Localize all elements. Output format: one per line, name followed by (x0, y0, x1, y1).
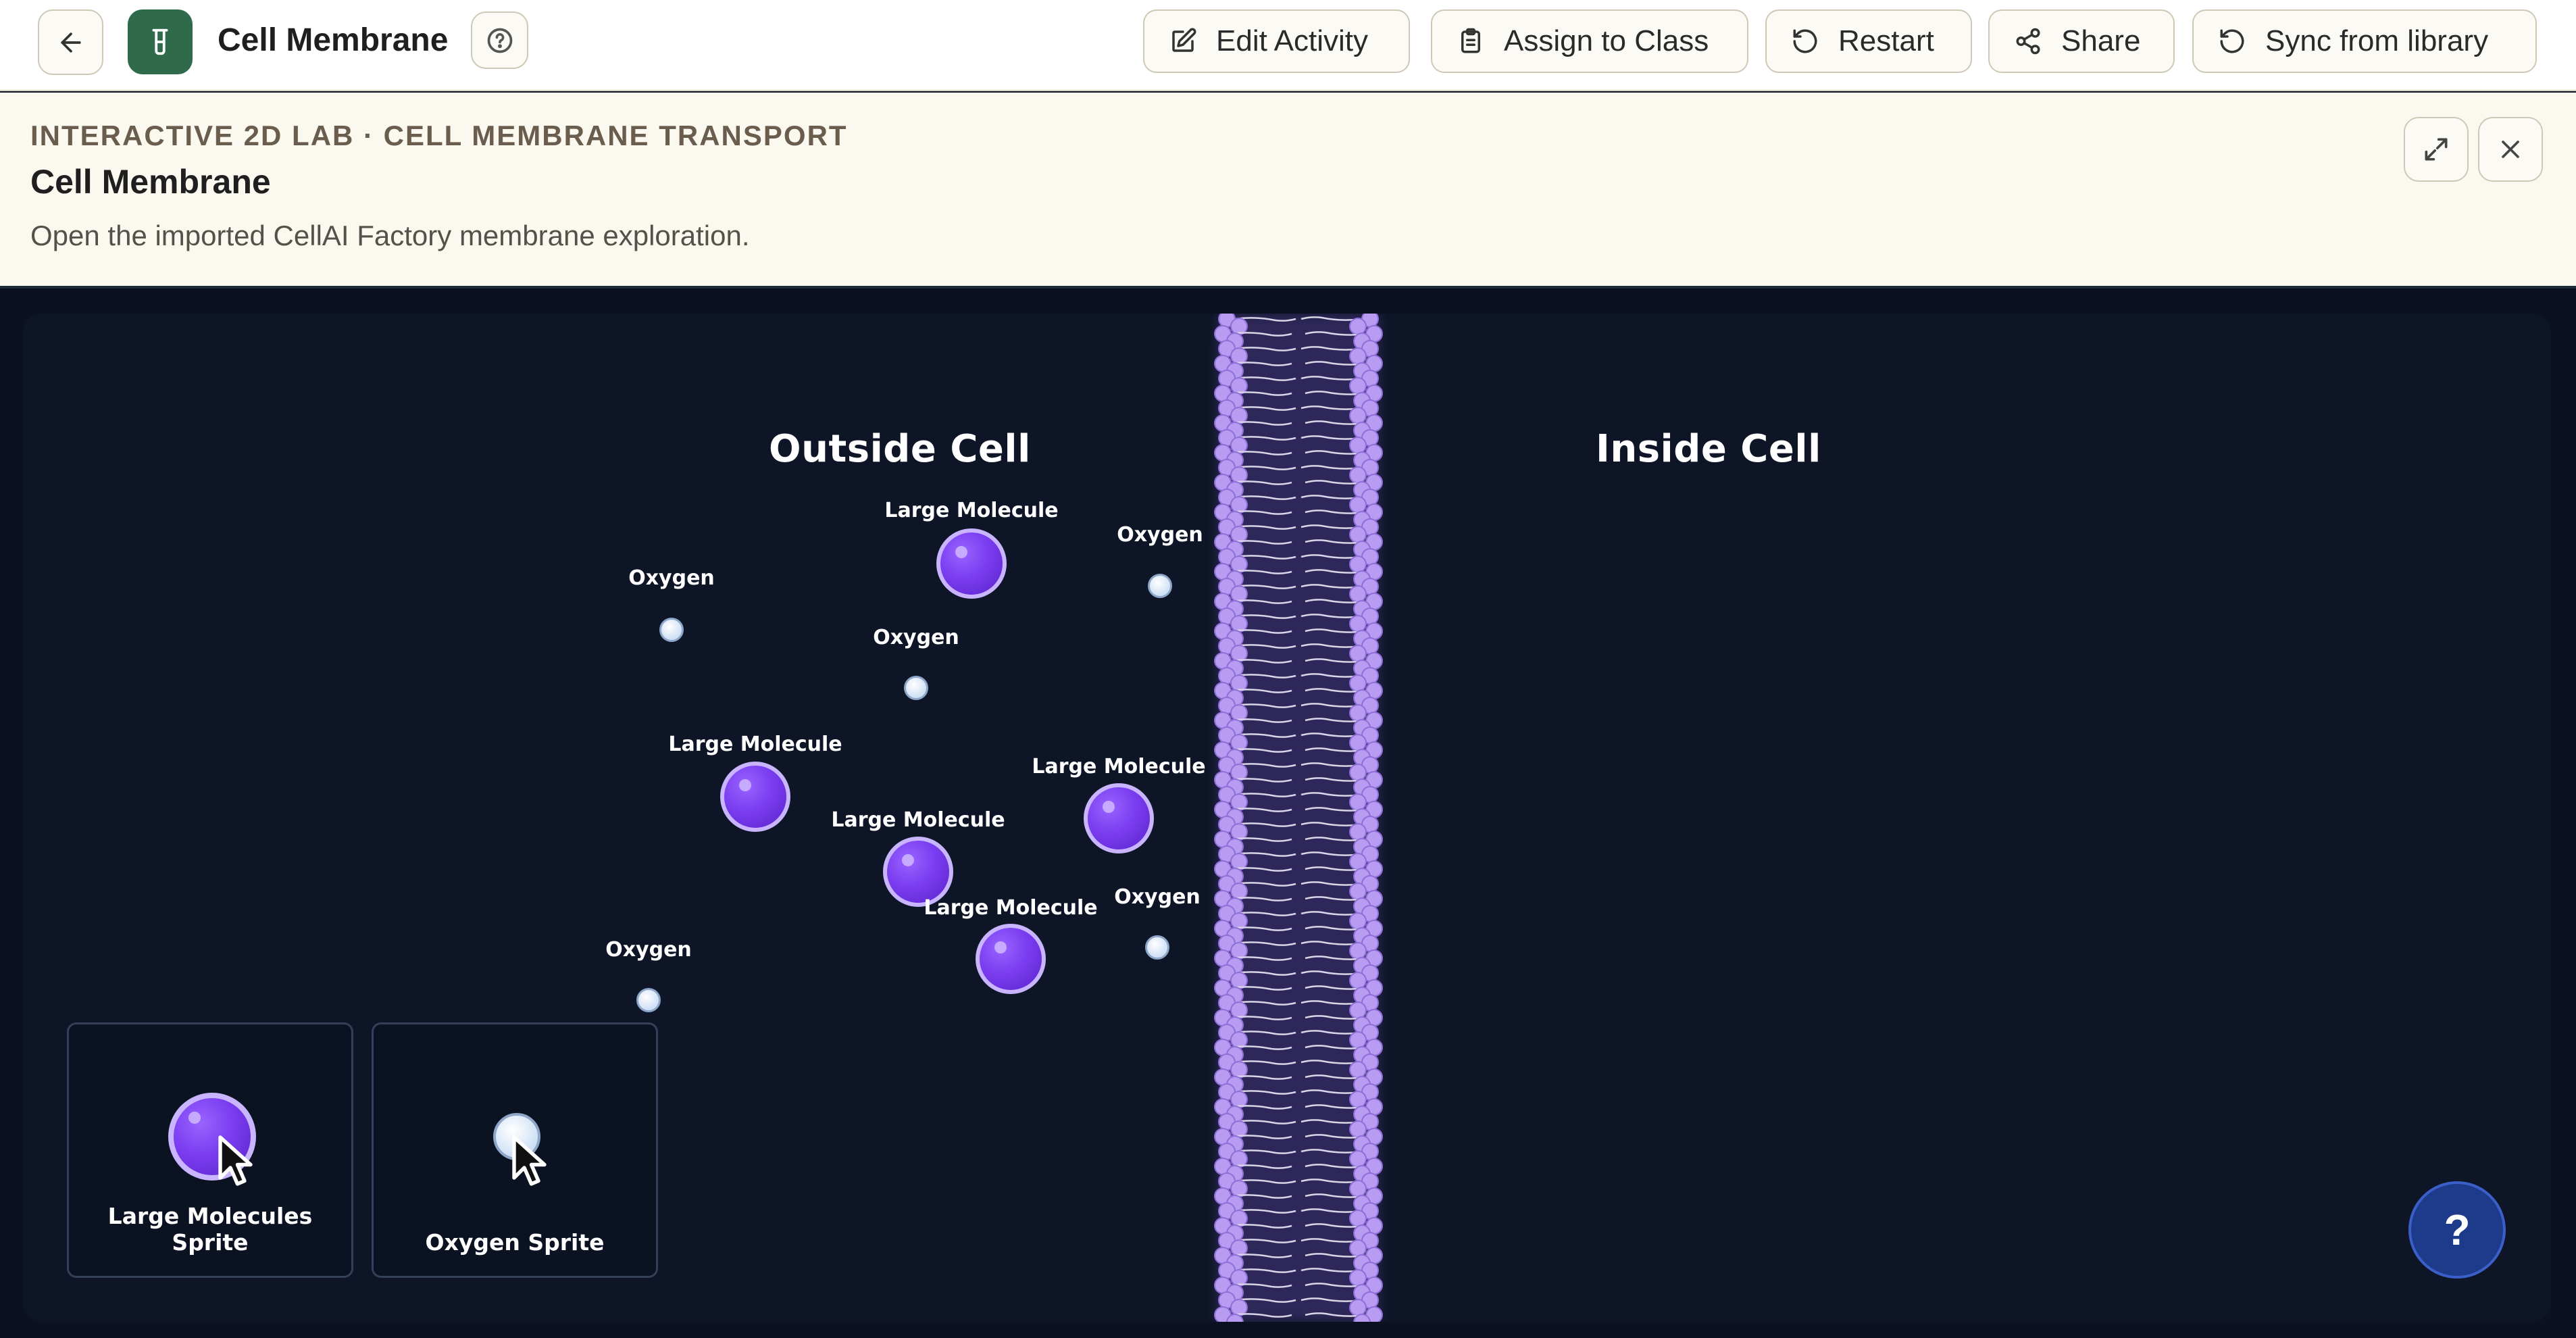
molecule-label: Oxygen (873, 626, 959, 649)
clipboard-icon (1461, 28, 1480, 53)
large-molecules-sprite-card[interactable]: Large Molecules Sprite (67, 1022, 353, 1278)
question-circle-icon (487, 28, 512, 53)
app-title: Cell Membrane (218, 22, 449, 58)
inside-cell-label: Inside Cell (1596, 427, 1821, 471)
outside-cell-label: Outside Cell (769, 427, 1031, 471)
molecule-label: Oxygen (1114, 885, 1201, 909)
edit-activity-button[interactable]: Edit Activity (1143, 9, 1410, 73)
activity-category: INTERACTIVE 2D LAB · CELL MEMBRANE TRANS… (30, 120, 848, 151)
app-badge (128, 9, 193, 74)
beaker-icon (152, 28, 168, 55)
molecule-label: Oxygen (628, 566, 715, 590)
activity-info-panel: INTERACTIVE 2D LAB · CELL MEMBRANE TRANS… (0, 93, 2576, 289)
oxygen-molecule[interactable] (636, 988, 661, 1012)
molecule-label: Large Molecule (1032, 755, 1206, 778)
oxygen-molecule[interactable] (1148, 574, 1172, 598)
close-button[interactable] (2478, 117, 2543, 182)
activity-description: Open the imported CellAI Factory membran… (30, 220, 750, 251)
assign-to-class-button[interactable]: Assign to Class (1431, 9, 1748, 73)
molecule-label: Oxygen (605, 938, 692, 962)
oxygen-molecule[interactable] (659, 618, 684, 642)
molecule-label: Large Molecule (831, 808, 1005, 832)
arrow-left-icon (60, 32, 81, 53)
large-molecule[interactable] (976, 924, 1046, 994)
help-button[interactable] (471, 11, 528, 69)
restart-icon (1793, 29, 1817, 53)
oxygen-molecule[interactable] (904, 676, 928, 700)
molecule-label: Oxygen (1117, 523, 1203, 547)
share-icon (2016, 28, 2040, 55)
oxygen-sprite-card[interactable]: Oxygen Sprite (372, 1022, 658, 1278)
molecule-label: Large Molecule (924, 896, 1098, 920)
sync-icon (2220, 29, 2244, 53)
molecule-label: Large Molecule (884, 499, 1059, 522)
assign-to-class-label: Assign to Class (1504, 24, 1709, 57)
restart-button[interactable]: Restart (1765, 9, 1972, 73)
sync-from-library-button[interactable]: Sync from library (2192, 9, 2537, 73)
edit-icon (1172, 28, 1196, 52)
back-button[interactable] (38, 9, 103, 75)
large-molecule[interactable] (936, 528, 1007, 599)
large-molecule[interactable] (1084, 783, 1154, 853)
activity-title: Cell Membrane (30, 163, 271, 201)
cursor-icon (512, 1135, 547, 1186)
restart-label: Restart (1838, 24, 1934, 57)
share-button[interactable]: Share (1988, 9, 2175, 73)
help-fab-button[interactable]: ? (2408, 1181, 2506, 1279)
simulation-stage[interactable]: Outside Cell Inside Cell Large Molecule … (23, 314, 2551, 1322)
cell-membrane (1214, 314, 1383, 1322)
edit-activity-label: Edit Activity (1216, 24, 1368, 57)
expand-button[interactable] (2404, 117, 2469, 182)
oxygen-sprite-label: Oxygen Sprite (425, 1229, 605, 1256)
expand-icon (2425, 138, 2448, 161)
share-label: Share (2061, 24, 2141, 57)
molecule-label: Large Molecule (668, 733, 842, 756)
cursor-icon (218, 1135, 253, 1186)
large-molecules-sprite-label: Large Molecules Sprite (107, 1203, 313, 1256)
large-molecule[interactable] (720, 762, 790, 832)
close-icon (2502, 141, 2519, 158)
sync-from-library-label: Sync from library (2265, 24, 2489, 57)
oxygen-molecule[interactable] (1145, 935, 1169, 960)
top-bar: Cell Membrane Edit Activity Assign to Cl… (0, 0, 2576, 91)
